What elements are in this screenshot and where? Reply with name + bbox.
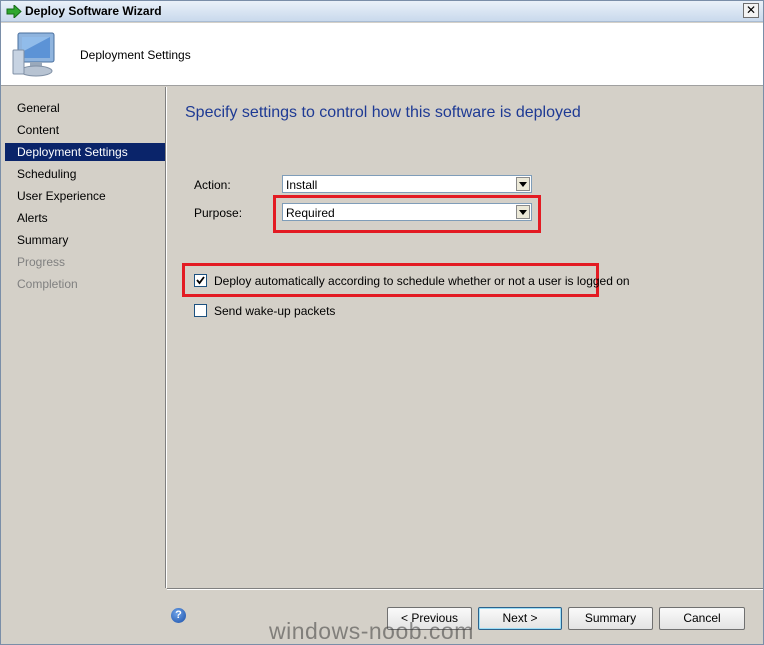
title-bar: Deploy Software Wizard ✕ <box>1 1 763 22</box>
deploy-auto-checkbox[interactable] <box>194 274 207 287</box>
sidebar-item-content[interactable]: Content <box>5 121 165 139</box>
summary-button[interactable]: Summary <box>568 607 653 630</box>
action-label: Action: <box>194 178 231 192</box>
checkmark-icon <box>196 276 205 285</box>
wake-up-checkbox[interactable] <box>194 304 207 317</box>
sidebar-divider <box>165 87 167 588</box>
wizard-header: Deployment Settings <box>1 23 763 86</box>
sidebar-item-completion: Completion <box>17 277 78 291</box>
purpose-dropdown-value: Required <box>286 206 335 220</box>
wizard-window: Deploy Software Wizard ✕ Deployment Sett… <box>0 0 764 645</box>
wake-up-label[interactable]: Send wake-up packets <box>214 304 335 318</box>
purpose-label: Purpose: <box>194 206 243 220</box>
wizard-sidebar: General Content Deployment Settings Sche… <box>5 88 165 588</box>
close-button[interactable]: ✕ <box>743 3 759 18</box>
green-arrow-icon <box>6 5 22 18</box>
sidebar-item-scheduling[interactable]: Scheduling <box>5 165 165 183</box>
sidebar-item-user-experience[interactable]: User Experience <box>5 187 165 205</box>
sidebar-item-progress: Progress <box>17 255 66 269</box>
window-title: Deploy Software Wizard <box>25 4 162 18</box>
action-dropdown-value: Install <box>286 178 318 192</box>
cancel-button[interactable]: Cancel <box>659 607 745 630</box>
next-button[interactable]: Next > <box>478 607 562 630</box>
sidebar-item-alerts[interactable]: Alerts <box>5 209 165 227</box>
purpose-dropdown[interactable]: Required <box>282 203 532 221</box>
chevron-down-icon[interactable] <box>516 177 530 191</box>
help-icon[interactable]: ? <box>171 608 186 623</box>
sidebar-item-summary[interactable]: Summary <box>5 231 165 249</box>
action-dropdown[interactable]: Install <box>282 175 532 193</box>
page-heading: Specify settings to control how this sof… <box>185 104 581 121</box>
sidebar-item-deployment-settings[interactable]: Deployment Settings <box>5 143 165 161</box>
watermark: windows-noob.com <box>269 618 474 644</box>
deploy-auto-label[interactable]: Deploy automatically according to schedu… <box>214 274 630 288</box>
sidebar-item-general[interactable]: General <box>5 99 165 117</box>
footer-divider <box>167 588 763 590</box>
header-title: Deployment Settings <box>80 48 191 62</box>
chevron-down-icon[interactable] <box>516 205 530 219</box>
computer-icon <box>12 32 55 77</box>
